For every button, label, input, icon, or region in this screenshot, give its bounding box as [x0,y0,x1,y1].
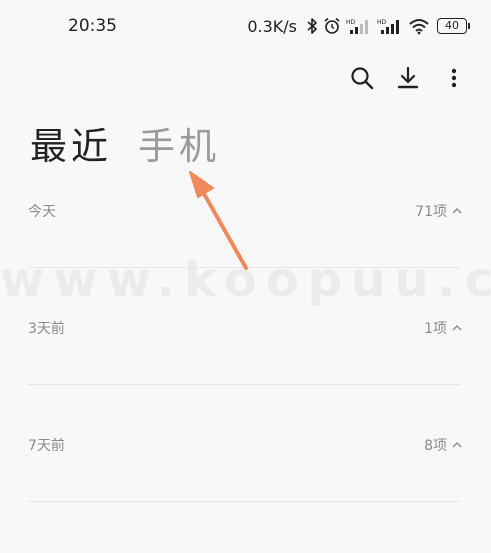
section-collapse-toggle[interactable]: 71项 [415,201,462,221]
section-title: 今天 [28,204,56,220]
section-header-3-days-ago: 3天前 1项 [28,318,462,348]
section-title: 3天前 [28,321,65,337]
section-header-today: 今天 71项 [28,201,462,231]
divider [28,267,460,268]
download-icon[interactable] [395,64,421,92]
section-count: 1项 [424,321,447,337]
tab-bar: 最近 手机 [30,124,220,170]
toolbar [349,62,467,94]
divider [28,384,460,385]
svg-text:HD: HD [377,19,387,26]
svg-text:HD: HD [346,19,356,26]
net-speed: 0.3K/s [247,16,297,36]
bluetooth-icon [306,17,318,35]
hd-signal-icon: HD [377,17,403,35]
section-count: 71项 [415,204,447,220]
chevron-up-icon [452,325,462,331]
section-count: 8项 [424,438,447,454]
tab-recent[interactable]: 最近 [30,124,112,170]
hd-signal-icon: HD [346,17,372,35]
status-bar: 20:35 0.3K/s HD HD 40 [0,0,491,52]
battery-indicator: 40 [437,18,470,34]
status-icons: 0.3K/s HD HD 40 [247,15,470,37]
watermark: www.koopuu.com [0,252,491,308]
alarm-icon [323,17,341,35]
chevron-up-icon [452,208,462,214]
section-collapse-toggle[interactable]: 1项 [424,318,462,338]
section-title: 7天前 [28,438,65,454]
wifi-icon [408,17,430,35]
more-vertical-icon[interactable] [441,64,467,92]
section-collapse-toggle[interactable]: 8项 [424,435,462,455]
tab-phone[interactable]: 手机 [138,124,220,170]
search-icon[interactable] [349,64,375,92]
chevron-up-icon [452,442,462,448]
status-time: 20:35 [68,16,117,36]
section-header-7-days-ago: 7天前 8项 [28,435,462,465]
divider [28,501,460,502]
